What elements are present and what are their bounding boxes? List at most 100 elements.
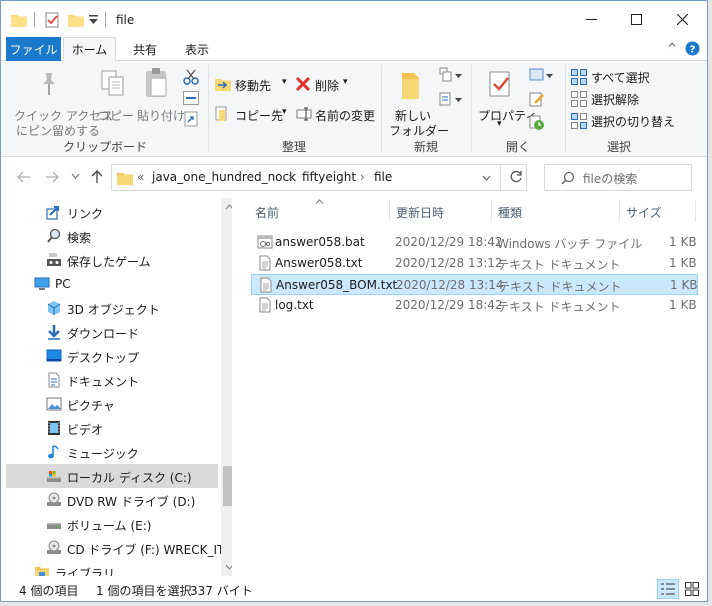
overflow-crumb[interactable]: « <box>137 170 144 184</box>
select-none-icon <box>571 91 587 107</box>
large-icons-view-icon <box>685 582 699 596</box>
search-box[interactable]: fileの検索 <box>544 164 692 191</box>
chevron-down-icon: ▾ <box>282 77 287 87</box>
column-header-name[interactable]: 名前 <box>255 204 279 221</box>
nav-item[interactable]: ライブラリ <box>6 560 218 576</box>
nav-item[interactable]: PC <box>6 272 218 296</box>
nav-item[interactable]: デスクトップ <box>6 344 218 368</box>
back-arrow-icon[interactable] <box>17 171 31 183</box>
properties-button[interactable]: プロパティ ▾ <box>475 65 537 137</box>
file-name: log.txt <box>275 298 314 312</box>
group-label-open: 開く <box>505 140 530 154</box>
library-icon <box>34 564 50 576</box>
breadcrumb-separator[interactable]: › <box>360 170 365 184</box>
breadcrumb-item[interactable]: java_one_hundred_nock <box>152 170 296 184</box>
breadcrumb-item[interactable]: fiftyeight <box>302 170 356 184</box>
nav-scrollbar[interactable] <box>221 198 232 576</box>
recent-locations-icon[interactable] <box>71 173 80 179</box>
nav-item[interactable]: ローカル ディスク (C:) <box>6 464 218 488</box>
rename-label: 名前の変更 <box>315 109 376 123</box>
forward-arrow-icon[interactable] <box>45 171 59 183</box>
move-to-button[interactable]: 移動先 ▾ <box>213 73 289 95</box>
new-folder-quick-icon[interactable] <box>68 13 84 27</box>
ribbon-tab-bar: ファイル ホーム 共有 表示 ^ ? <box>1 37 707 62</box>
address-bar[interactable]: « java_one_hundred_nock › fiftyeight › f… <box>111 164 527 191</box>
search-input[interactable]: fileの検索 <box>583 170 637 187</box>
tab-file[interactable]: ファイル <box>6 37 61 61</box>
nav-item[interactable]: ダウンロード <box>6 320 218 344</box>
invert-selection-button[interactable]: 選択の切り替え <box>569 110 699 130</box>
file-row[interactable]: answer058.bat 2020/12/29 18:42 Windows バッチ… <box>251 232 698 253</box>
nav-item[interactable]: 3D オブジェクト <box>6 296 218 320</box>
nav-item-label: ピクチャ <box>67 399 115 413</box>
nav-item[interactable]: 検索 <box>6 224 218 248</box>
nav-item[interactable]: リンク <box>6 200 218 224</box>
select-all-button[interactable]: すべて選択 <box>569 66 679 86</box>
nav-item[interactable]: ドキュメント <box>6 368 218 392</box>
nav-item[interactable]: ボリューム (E:) <box>6 512 218 536</box>
nav-item-label: CD ドライブ (F:) WRECK_IT_RAL <box>67 543 232 557</box>
pin-label-line2: にピン留めする <box>16 124 101 138</box>
group-label-select: 選択 <box>606 140 631 154</box>
help-icon[interactable]: ? <box>685 41 700 56</box>
file-date: 2020/12/29 18:42 <box>395 298 503 312</box>
close-button[interactable] <box>659 1 705 37</box>
nav-item[interactable]: DVD RW ドライブ (D:) <box>6 488 218 512</box>
cut-icon[interactable] <box>183 69 199 85</box>
up-arrow-icon[interactable] <box>91 170 103 184</box>
file-row[interactable]: Answer058.txt 2020/12/28 13:12 テキスト ドキュメント… <box>251 253 698 274</box>
file-row[interactable]: Answer058_BOM.txt 2020/12/28 13:14 テキスト ドキ… <box>251 274 698 295</box>
new-folder-button[interactable]: 新しい フォルダー <box>385 65 449 138</box>
maximize-button[interactable] <box>613 1 659 37</box>
edit-icon[interactable] <box>529 91 545 107</box>
nav-item-label: 検索 <box>67 231 92 245</box>
history-icon[interactable] <box>529 115 545 131</box>
column-header-size[interactable]: サイズ <box>626 204 662 221</box>
easy-access-icon[interactable] <box>439 91 463 107</box>
properties-quick-icon[interactable] <box>45 12 60 28</box>
column-separator[interactable] <box>695 200 696 222</box>
large-icons-view-button[interactable] <box>682 579 704 599</box>
nav-item[interactable]: ビデオ <box>6 416 218 440</box>
column-separator[interactable] <box>619 200 620 222</box>
dvd-drive-icon <box>46 492 62 508</box>
ribbon-separator <box>565 65 566 153</box>
delete-button[interactable]: 削除 ▾ <box>292 73 362 95</box>
copy-button[interactable]: コピー <box>93 65 134 137</box>
nav-item[interactable]: ピクチャ <box>6 392 218 416</box>
breadcrumb-item[interactable]: file <box>374 170 392 184</box>
nav-item[interactable]: ミュージック <box>6 440 218 464</box>
column-header-date[interactable]: 更新日時 <box>396 204 444 221</box>
minimize-button[interactable] <box>568 1 614 37</box>
details-view-button[interactable] <box>657 579 679 599</box>
pin-quick-access-button[interactable]: クイック アクセス にピン留めする <box>5 65 113 138</box>
column-separator[interactable] <box>389 200 390 222</box>
tab-home[interactable]: ホーム <box>63 37 116 62</box>
column-separator[interactable] <box>491 200 492 222</box>
copy-path-icon[interactable] <box>183 91 199 105</box>
tab-view[interactable]: 表示 <box>178 37 216 61</box>
paste-button[interactable]: 貼り付け <box>134 65 185 137</box>
nav-item-label: ビデオ <box>67 423 104 437</box>
group-label-organize: 整理 <box>281 140 306 154</box>
collapse-ribbon-icon[interactable]: ^ <box>667 41 677 55</box>
nav-item[interactable]: 保存したゲーム <box>6 248 218 272</box>
open-icon[interactable] <box>529 67 553 83</box>
customize-quick-access-icon[interactable] <box>89 15 98 25</box>
breadcrumb-separator[interactable]: › <box>288 170 293 184</box>
column-header-type[interactable]: 種類 <box>498 204 522 221</box>
new-item-icon[interactable] <box>439 67 463 83</box>
select-none-button[interactable]: 選択解除 <box>569 88 679 108</box>
local-disk-icon <box>46 468 62 484</box>
new-folder-icon <box>398 71 424 101</box>
paste-shortcut-icon[interactable] <box>183 111 199 127</box>
rename-button[interactable]: 名前の変更 <box>292 103 378 125</box>
address-history-icon[interactable] <box>482 175 491 181</box>
nav-item[interactable]: CD ドライブ (F:) WRECK_IT_RAL <box>6 536 232 560</box>
file-row[interactable]: log.txt 2020/12/29 18:42 テキスト ドキュメント 1 KB <box>251 295 698 316</box>
refresh-icon[interactable] <box>509 170 523 184</box>
copy-to-button[interactable]: コピー先 ▾ <box>213 103 289 125</box>
folder-icon <box>11 13 27 27</box>
nav-scroll-thumb[interactable] <box>223 466 232 506</box>
tab-share[interactable]: 共有 <box>126 37 164 61</box>
